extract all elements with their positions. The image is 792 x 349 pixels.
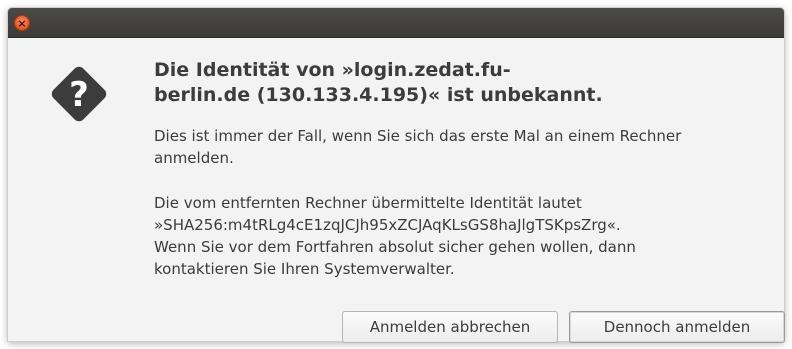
para2-line-1: Die vom entfernten Rechner übermittelte … [154,194,582,212]
para1-line-2: anmelden. [154,149,234,167]
fingerprint-message: Die vom entfernten Rechner übermittelte … [154,192,774,280]
close-icon: × [17,16,27,30]
para2-line-3: Wenn Sie vor dem Fortfahren absolut sich… [154,238,636,256]
login-anyway-button[interactable]: Dennoch anmelden [569,311,785,343]
fingerprint-value: »SHA256:m4tRLg4cE1zqJCJh95xZCJAqKLsGS8ha… [154,216,621,234]
para1-line-1: Dies ist immer der Fall, wenn Sie sich d… [154,127,682,145]
first-time-message: Dies ist immer der Fall, wenn Sie sich d… [154,125,774,169]
dialog-heading: Die Identität von »login.zedat.fu- berli… [154,58,754,108]
cancel-login-button[interactable]: Anmelden abbrechen [342,311,558,343]
question-icon: ? [51,66,107,122]
heading-line-2: berlin.de (130.133.4.195)« ist unbekannt… [154,84,603,106]
para2-line-4: kontaktieren Sie Ihren Systemverwalter. [154,260,455,278]
svg-text:?: ? [69,75,89,115]
close-button[interactable]: × [14,15,30,31]
title-bar: × [8,8,784,38]
heading-line-1: Die Identität von »login.zedat.fu- [154,59,511,81]
